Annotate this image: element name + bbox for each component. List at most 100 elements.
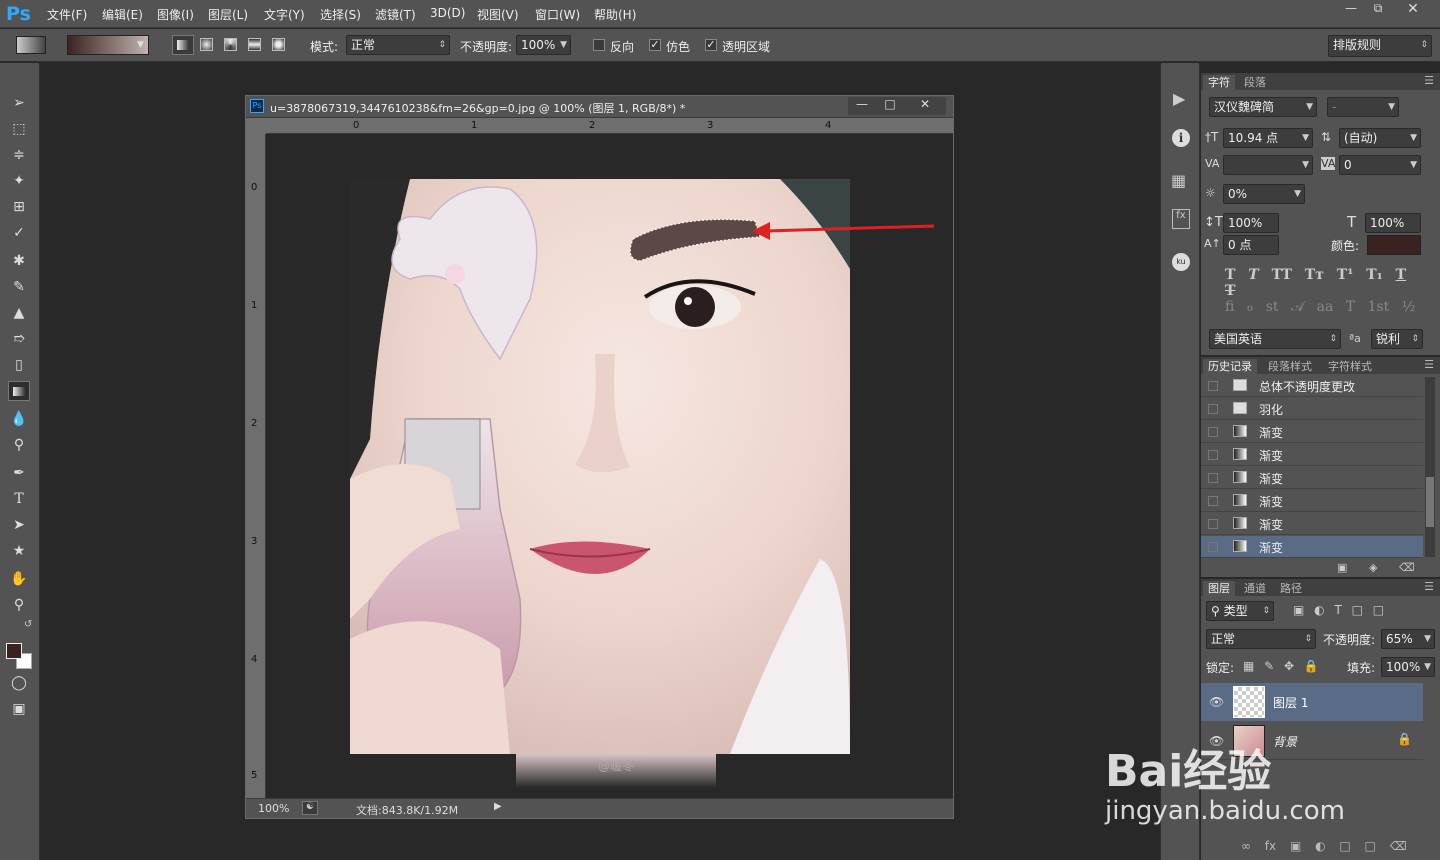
tsume-input[interactable]: 0% ▼: [1223, 184, 1305, 204]
layer-row-selected[interactable]: 👁 图层 1: [1201, 683, 1423, 721]
workspace-select[interactable]: 排版规则 ⇕: [1328, 35, 1432, 57]
zoom-tool-icon[interactable]: ⚲: [8, 595, 30, 615]
screen-mode-icon[interactable]: ▣: [8, 699, 30, 719]
leading-input[interactable]: (自动) ▼: [1339, 128, 1421, 148]
eyedropper-icon[interactable]: ✓: [8, 223, 30, 243]
pen-tool-icon[interactable]: ✒: [8, 463, 30, 483]
menu-layer[interactable]: 图层(L): [208, 6, 248, 23]
tab-layers[interactable]: 图层: [1203, 581, 1235, 597]
clone-stamp-icon[interactable]: ▲: [8, 303, 30, 323]
tab-character[interactable]: 字符: [1203, 75, 1235, 91]
new-document-from-state-icon[interactable]: ▣: [1337, 561, 1347, 574]
history-item-selected[interactable]: 渐变: [1201, 536, 1423, 558]
menu-edit[interactable]: 编辑(E): [102, 6, 143, 23]
angle-gradient-button[interactable]: [224, 38, 237, 51]
zoom-level[interactable]: 100%: [258, 802, 289, 815]
menu-image[interactable]: 图像(I): [157, 6, 194, 23]
healing-brush-icon[interactable]: ✱: [8, 251, 30, 271]
close-icon[interactable]: ✕: [1398, 1, 1428, 19]
tab-paragraph-styles[interactable]: 段落样式: [1263, 359, 1317, 375]
snapshot-icon[interactable]: ◈: [1369, 561, 1377, 574]
diamond-gradient-button[interactable]: [272, 38, 285, 51]
history-scrollbar[interactable]: [1425, 377, 1435, 557]
history-item[interactable]: 渐变: [1201, 421, 1423, 443]
font-style-select[interactable]: - ▼: [1327, 97, 1399, 117]
menu-view[interactable]: 视图(V): [477, 6, 519, 23]
minimize-icon[interactable]: —: [1336, 1, 1366, 19]
history-item[interactable]: 渐变: [1201, 467, 1423, 489]
menu-filter[interactable]: 滤镜(T): [375, 6, 416, 23]
opentype-buttons[interactable]: fi ℴ st 𝒜 aa T 1st ½: [1225, 299, 1425, 315]
eraser-tool-icon[interactable]: ▯: [8, 355, 30, 375]
blend-mode-select[interactable]: 正常 ⇕: [1206, 629, 1316, 649]
history-brush-icon[interactable]: ➱: [8, 329, 30, 349]
document-tab[interactable]: Ps u=3878067319,3447610238&fm=26&gp=0.jp…: [246, 96, 953, 118]
magic-wand-icon[interactable]: ✦: [8, 171, 30, 191]
tab-character-styles[interactable]: 字符样式: [1323, 359, 1377, 375]
move-tool-icon[interactable]: ➢: [8, 93, 30, 113]
horizontal-scale-input[interactable]: 100%: [1365, 213, 1421, 233]
fx-styles-icon[interactable]: fx: [1172, 209, 1190, 229]
layer-footer-buttons[interactable]: ∞ fx ▣ ◐ □ □ ⌫: [1241, 839, 1431, 853]
tracking-input[interactable]: 0 ▼: [1339, 155, 1421, 175]
doc-minimize-icon[interactable]: —: [848, 97, 876, 115]
layer-filter-select[interactable]: ⚲ 类型 ⇕: [1206, 601, 1274, 621]
swap-colors-icon[interactable]: ↺: [24, 619, 32, 630]
tab-channels[interactable]: 通道: [1239, 581, 1271, 597]
baseline-input[interactable]: 0 点: [1223, 235, 1279, 255]
quick-mask-icon[interactable]: ◯: [8, 673, 30, 693]
status-info-icon[interactable]: ☯: [302, 801, 318, 815]
menu-3d[interactable]: 3D(D): [430, 6, 465, 20]
hand-tool-icon[interactable]: ✋: [8, 569, 30, 589]
crop-tool-icon[interactable]: ⊞: [8, 197, 30, 217]
shape-tool-icon[interactable]: ★: [8, 541, 30, 561]
canvas-area[interactable]: @暖冬: [266, 134, 936, 798]
fill-input[interactable]: 100% ▼: [1381, 657, 1435, 677]
reflected-gradient-button[interactable]: [248, 38, 261, 51]
lasso-tool-icon[interactable]: ≑: [8, 145, 30, 165]
lock-icons[interactable]: ▦ ✎ ✥ 🔒: [1243, 659, 1319, 673]
gradient-tool-icon[interactable]: [16, 36, 46, 54]
path-select-icon[interactable]: ➤: [8, 515, 30, 535]
restore-icon[interactable]: ⧉: [1363, 1, 1393, 19]
vertical-scale-input[interactable]: 100%: [1223, 213, 1279, 233]
opacity-input[interactable]: 100% ▼: [516, 35, 571, 55]
radial-gradient-button[interactable]: [200, 38, 213, 51]
history-item[interactable]: 总体不透明度更改: [1201, 375, 1423, 397]
history-item[interactable]: 渐变: [1201, 513, 1423, 535]
eye-icon[interactable]: 👁: [1209, 695, 1224, 709]
marquee-tool-icon[interactable]: ⬚: [8, 119, 30, 139]
history-item[interactable]: 羽化: [1201, 398, 1423, 420]
gradient-tool-icon[interactable]: [8, 381, 30, 401]
dither-checkbox[interactable]: ✓: [649, 39, 661, 51]
info-icon[interactable]: i: [1172, 129, 1190, 147]
doc-maximize-icon[interactable]: □: [876, 97, 904, 115]
horizontal-ruler[interactable]: 0 1 2 3 4: [266, 118, 953, 134]
brush-tool-icon[interactable]: ✎: [8, 277, 30, 297]
reverse-checkbox[interactable]: [593, 39, 605, 51]
antialias-select[interactable]: 锐利 ⇕: [1371, 329, 1423, 349]
kerning-input[interactable]: ▼: [1223, 155, 1313, 175]
tab-paths[interactable]: 路径: [1275, 581, 1307, 597]
history-item[interactable]: 渐变: [1201, 490, 1423, 512]
panel-menu-icon[interactable]: ☰: [1424, 358, 1434, 371]
play-actions-icon[interactable]: ▶: [1173, 89, 1185, 108]
status-arrow-icon[interactable]: ▶: [494, 801, 502, 812]
panel-menu-icon[interactable]: ☰: [1424, 74, 1434, 87]
menu-file[interactable]: 文件(F): [47, 6, 87, 23]
tab-history[interactable]: 历史记录: [1203, 359, 1257, 375]
history-item[interactable]: 渐变: [1201, 444, 1423, 466]
transparency-checkbox[interactable]: ✓: [705, 39, 717, 51]
layer-opacity-input[interactable]: 65% ▼: [1381, 629, 1435, 649]
linear-gradient-button[interactable]: [172, 35, 194, 55]
menu-help[interactable]: 帮助(H): [594, 6, 636, 23]
kuler-icon[interactable]: ku: [1172, 253, 1190, 271]
blur-tool-icon[interactable]: 💧: [8, 409, 30, 429]
vertical-ruler[interactable]: 0 1 2 3 4 5: [246, 134, 266, 798]
doc-close-icon[interactable]: ✕: [904, 97, 946, 115]
font-size-input[interactable]: 10.94 点 ▼: [1223, 128, 1313, 148]
panel-menu-icon[interactable]: ☰: [1424, 580, 1434, 593]
trash-icon[interactable]: ⌫: [1399, 561, 1415, 574]
language-select[interactable]: 美国英语 ⇕: [1209, 329, 1341, 349]
text-color-swatch[interactable]: [1367, 235, 1421, 255]
